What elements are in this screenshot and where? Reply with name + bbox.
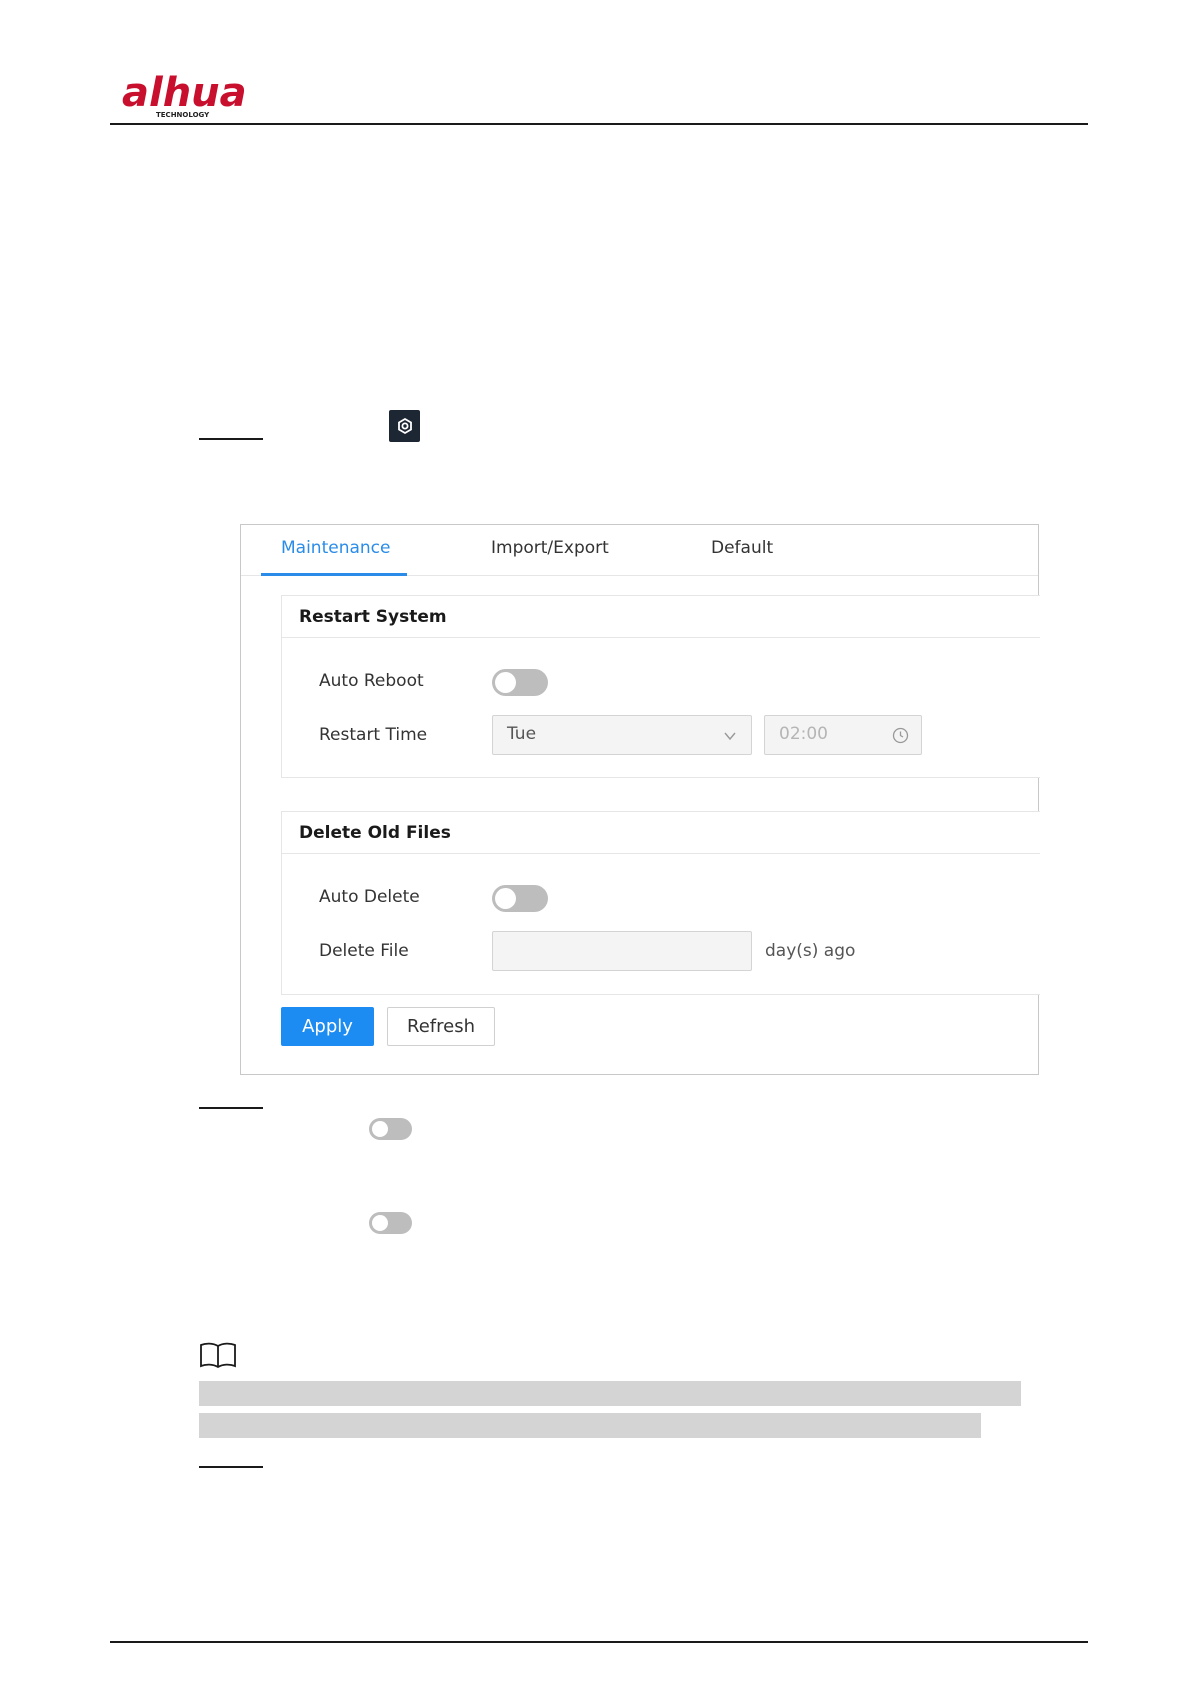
restart-day-value: Tue xyxy=(507,724,537,744)
toggle-off-icon xyxy=(369,1212,412,1234)
redacted-note-line xyxy=(199,1381,1021,1406)
tab-bar: Maintenance Import/Export Default xyxy=(241,525,1038,576)
section-title: Restart System xyxy=(299,607,447,627)
auto-delete-toggle[interactable] xyxy=(492,885,548,912)
tab-default[interactable]: Default xyxy=(711,538,773,558)
step-marker-1 xyxy=(199,438,263,440)
step-marker-3 xyxy=(199,1466,263,1468)
gear-icon[interactable] xyxy=(389,410,420,442)
restart-time-value: 02:00 xyxy=(779,724,828,744)
redacted-note-line xyxy=(199,1413,981,1438)
delete-file-unit: day(s) ago xyxy=(765,941,856,961)
toggle-off-icon xyxy=(369,1118,412,1140)
active-tab-indicator xyxy=(261,573,407,576)
logo-text: alhua xyxy=(122,70,247,116)
chevron-down-icon xyxy=(723,728,737,747)
restart-system-section: Restart System Auto Reboot Restart Time … xyxy=(281,595,1040,778)
restart-time-input[interactable]: 02:00 xyxy=(764,715,922,755)
footer-rule xyxy=(110,1641,1088,1643)
auto-delete-label: Auto Delete xyxy=(319,887,420,907)
maintenance-panel: Maintenance Import/Export Default Restar… xyxy=(240,524,1040,1075)
delete-file-label: Delete File xyxy=(319,941,409,961)
note-book-icon xyxy=(199,1341,237,1373)
header-rule xyxy=(110,123,1088,125)
step-marker-2 xyxy=(199,1107,263,1109)
delete-file-days-input[interactable] xyxy=(492,931,752,971)
refresh-button[interactable]: Refresh xyxy=(387,1007,495,1046)
restart-time-label: Restart Time xyxy=(319,725,428,745)
apply-button[interactable]: Apply xyxy=(281,1007,374,1046)
tab-maintenance[interactable]: Maintenance xyxy=(281,538,390,558)
auto-reboot-label: Auto Reboot xyxy=(319,671,424,691)
dahua-logo: alhua TECHNOLOGY xyxy=(122,70,257,120)
clock-icon xyxy=(892,727,909,748)
delete-old-files-section: Delete Old Files Auto Delete Delete File… xyxy=(281,811,1040,995)
auto-reboot-toggle[interactable] xyxy=(492,669,548,696)
tab-import-export[interactable]: Import/Export xyxy=(491,538,609,558)
section-title: Delete Old Files xyxy=(299,823,451,843)
logo-subtext: TECHNOLOGY xyxy=(156,111,210,119)
restart-day-select[interactable]: Tue xyxy=(492,715,752,755)
